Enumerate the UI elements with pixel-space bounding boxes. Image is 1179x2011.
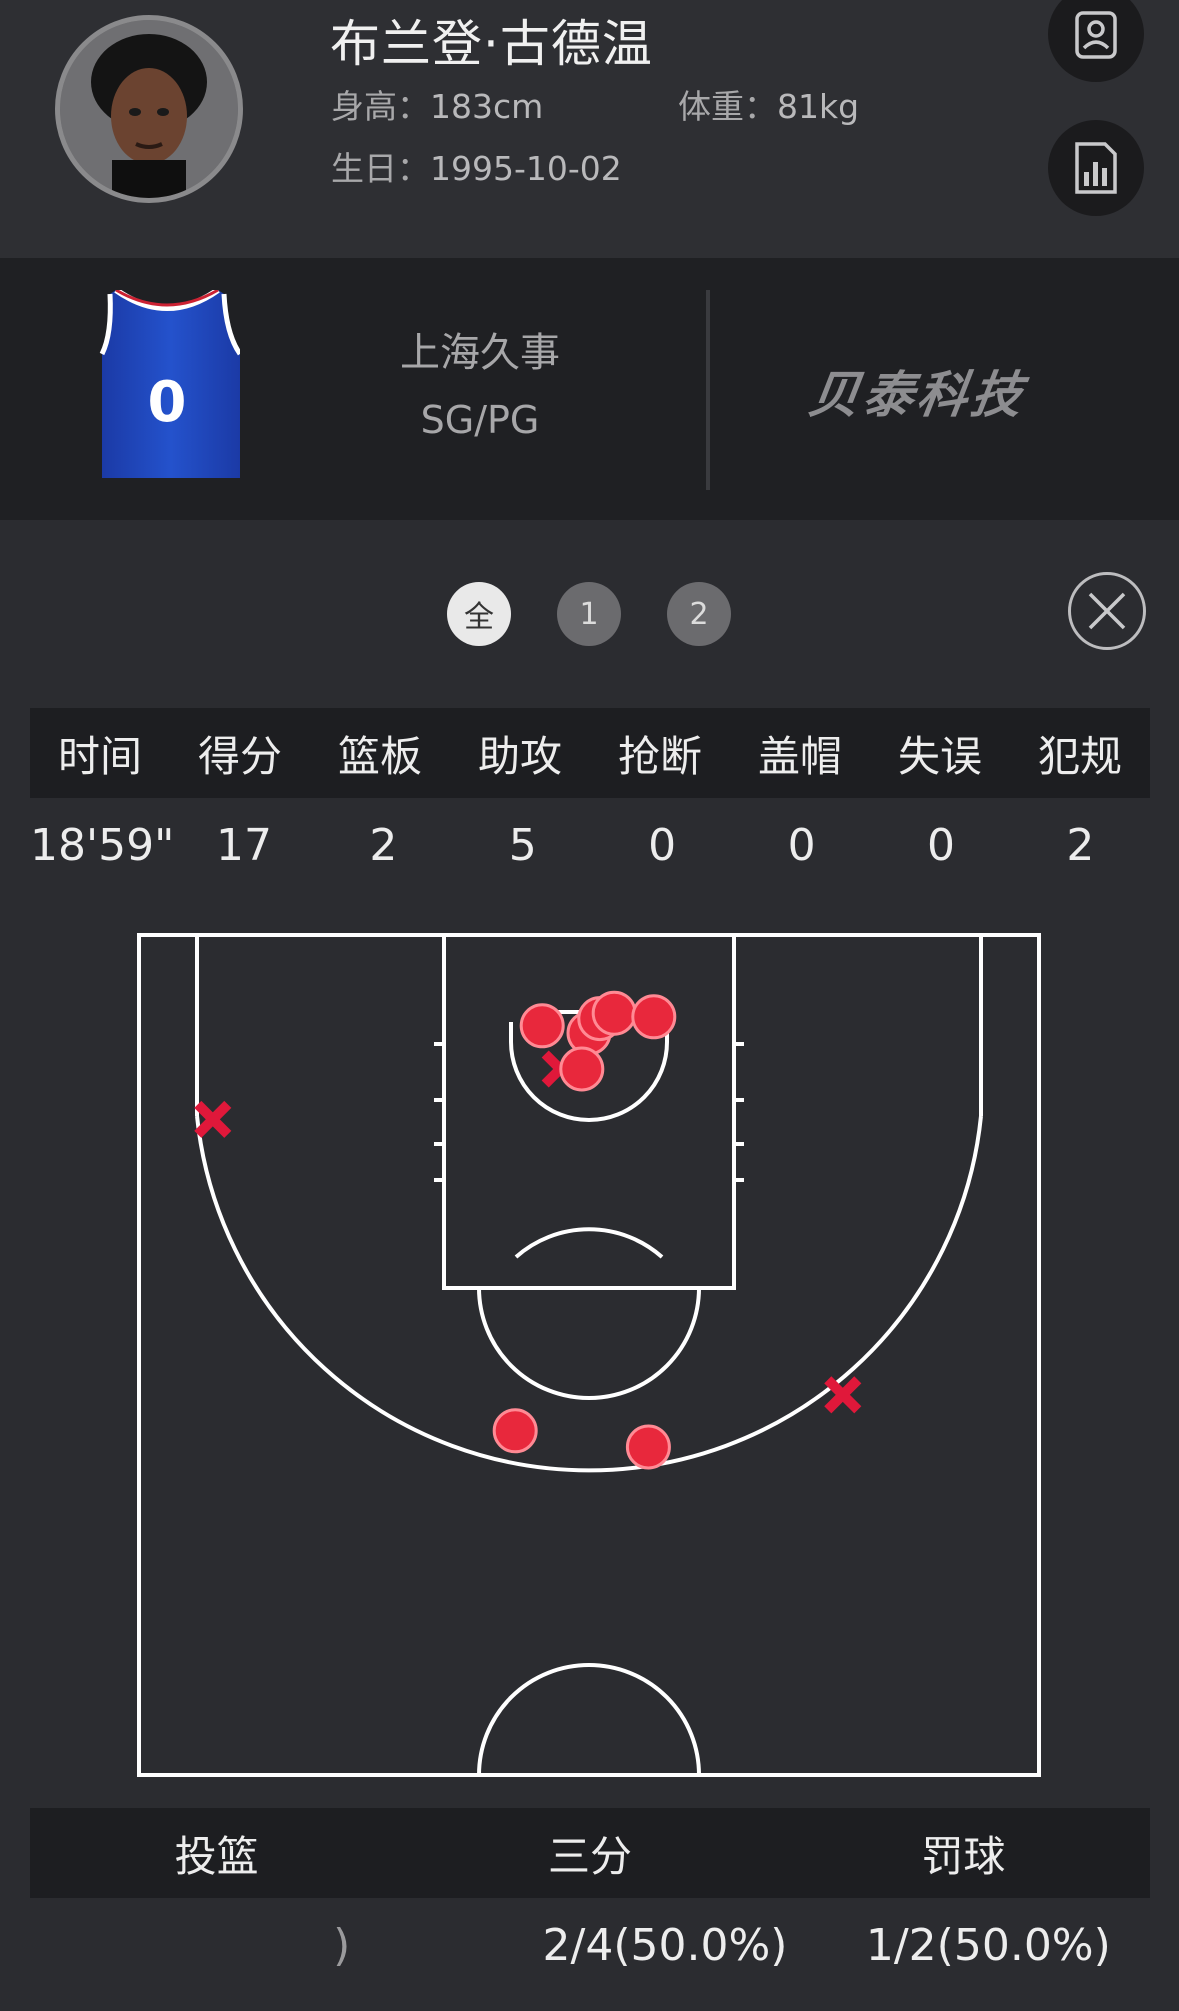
stat-value-time: 18'59": [30, 819, 175, 871]
team-name: 上海久事: [400, 330, 560, 376]
stat-header-fouls: 犯规: [1037, 731, 1122, 781]
bar-chart-doc-icon: [1075, 142, 1117, 194]
period-chip-all[interactable]: 全: [447, 582, 511, 646]
period-chip-2[interactable]: 2: [667, 582, 731, 646]
stats-button[interactable]: [1048, 120, 1144, 216]
height-label: 身高：: [331, 87, 430, 126]
stat-value-assists: 5: [508, 819, 537, 871]
stats-header-row: 时间 得分 篮板 助攻 抢断 盖帽 失误 犯规: [30, 708, 1150, 798]
player-position: SG/PG: [420, 398, 540, 442]
shot-chart-court: [137, 933, 1041, 1777]
shooting-header-ft: 罚球: [921, 1831, 1006, 1881]
shooting-header-row: 投篮 三分 罚球: [30, 1808, 1150, 1898]
stat-value-rebounds: 2: [369, 819, 398, 871]
stat-header-turnovers: 失误: [897, 731, 982, 781]
made-shot-marker: [492, 1408, 538, 1454]
stat-header-time: 时间: [57, 731, 142, 781]
jersey-image: 0: [94, 287, 243, 478]
height-value: 183cm: [430, 87, 544, 126]
height-stat: 身高：183cm: [331, 80, 543, 128]
weight-stat: 体重：81kg: [678, 80, 859, 128]
birthday-value: 1995-10-02: [430, 149, 622, 188]
made-shot-marker: [625, 1424, 671, 1470]
shooting-value-row: ) 2/4(50.0%) 1/2(50.0%): [30, 1900, 1150, 1990]
stat-header-blocks: 盖帽: [757, 731, 842, 781]
made-shot-marker: [631, 994, 677, 1040]
weight-label: 体重：: [678, 87, 777, 126]
shooting-value-fg: ): [333, 1919, 351, 1971]
close-icon: [1088, 592, 1126, 630]
stat-header-steals: 抢断: [617, 731, 702, 781]
made-shot-marker: [559, 1046, 605, 1092]
made-shot-marker: [519, 1003, 565, 1049]
period-chip-1[interactable]: 1: [557, 582, 621, 646]
stat-value-blocks: 0: [787, 819, 816, 871]
player-avatar: [55, 15, 243, 203]
team-divider: [706, 290, 710, 490]
stats-value-row: 18'59" 17 2 5 0 0 0 2: [30, 800, 1150, 890]
missed-shots-layer: [194, 1050, 862, 1414]
missed-shot-marker: [824, 1376, 862, 1414]
stat-value-turnovers: 0: [926, 819, 955, 871]
jersey-number: 0: [147, 370, 187, 435]
stat-header-assists: 助攻: [477, 731, 562, 781]
weight-value: 81kg: [777, 87, 860, 126]
player-name: 布兰登·古德温: [330, 15, 653, 73]
avatar-photo: [60, 20, 238, 198]
shooting-header-3pt: 三分: [547, 1831, 632, 1881]
stat-value-steals: 0: [648, 819, 677, 871]
missed-shot-marker: [194, 1100, 232, 1138]
close-button[interactable]: [1068, 572, 1146, 650]
stat-header-rebounds: 篮板: [337, 731, 422, 781]
profile-button[interactable]: [1048, 0, 1144, 82]
birthday-label: 生日：: [331, 149, 430, 188]
shooting-value-ft: 1/2(50.0%): [865, 1919, 1111, 1971]
stat-header-points: 得分: [197, 731, 282, 781]
made-shot-marker: [591, 990, 637, 1036]
shooting-header-fg: 投篮: [174, 1831, 259, 1881]
player-profile-header: 布兰登·古德温 身高：183cm 体重：81kg 生日：1995-10-02: [0, 0, 1179, 258]
shooting-value-3pt: 2/4(50.0%): [542, 1919, 788, 1971]
birthday-stat: 生日：1995-10-02: [331, 142, 622, 190]
person-card-icon: [1075, 11, 1117, 59]
brand-logo: 贝泰科技: [805, 366, 1030, 424]
stat-value-fouls: 2: [1066, 819, 1095, 871]
stat-value-points: 17: [216, 819, 272, 871]
